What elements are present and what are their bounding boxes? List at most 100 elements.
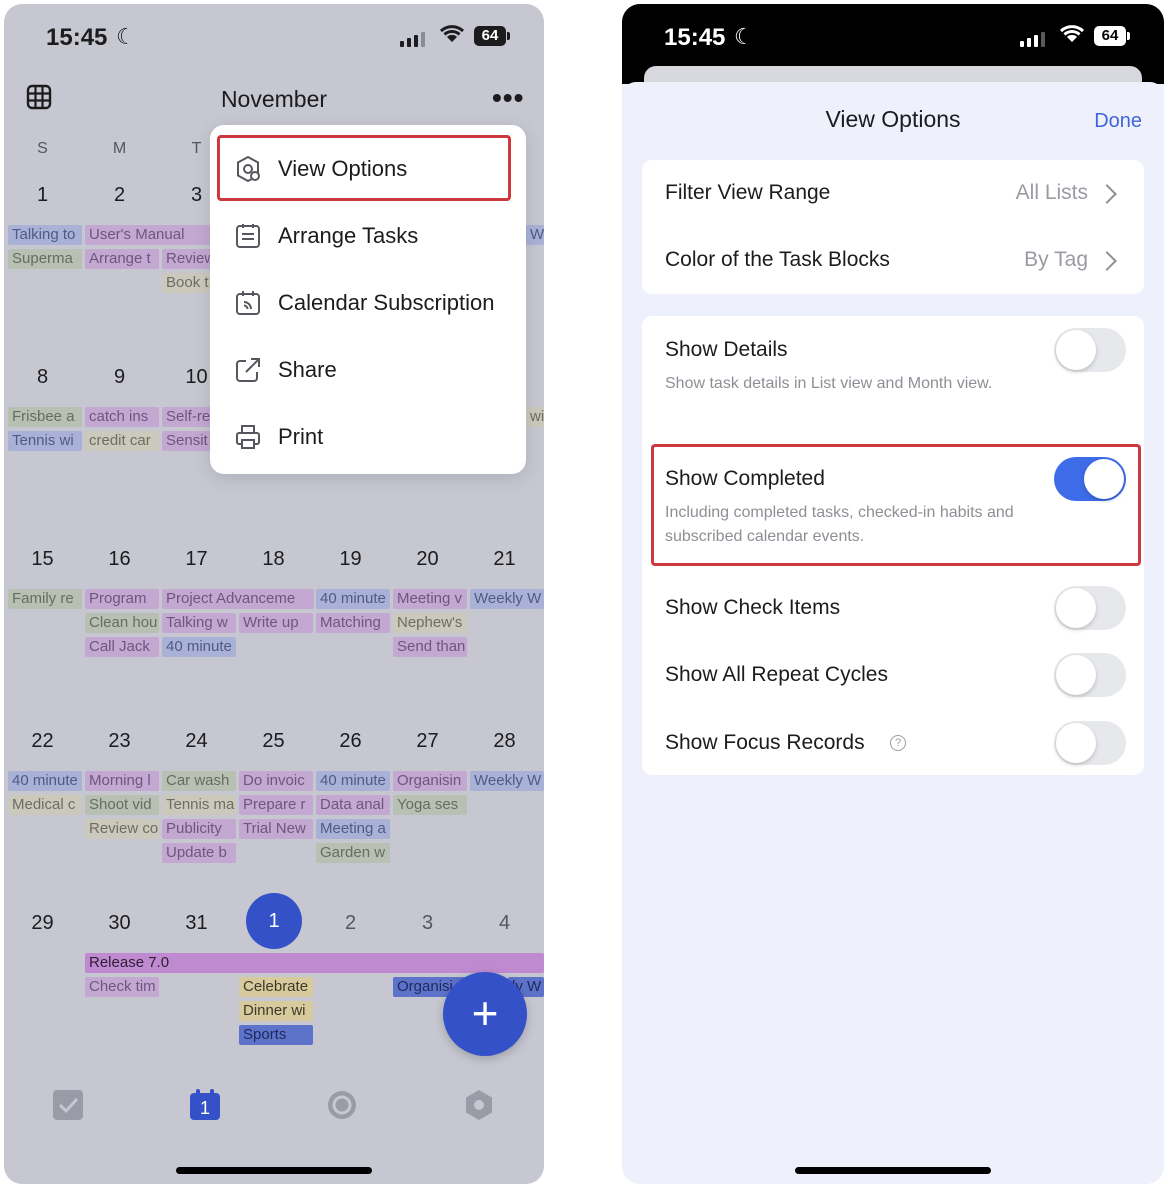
task-chip[interactable]: Update b	[162, 843, 236, 863]
task-chip[interactable]: Garden w	[316, 843, 390, 863]
day-number[interactable]: 19	[312, 548, 389, 571]
task-chip[interactable]: Do invoic	[239, 771, 313, 791]
calendar-subscription-icon	[236, 291, 260, 315]
task-chip[interactable]: W	[526, 225, 544, 245]
day-number[interactable]: 29	[4, 912, 81, 935]
task-chip[interactable]: Project Advanceme	[162, 589, 314, 609]
task-chip[interactable]: wi	[526, 407, 544, 427]
moon-icon: ☾	[734, 24, 754, 49]
filter-view-range-row[interactable]: Filter View Range All Lists	[642, 160, 1144, 227]
menu-item-calendar-subscription[interactable]: Calendar Subscription	[210, 272, 526, 332]
task-chip[interactable]: Yoga ses	[393, 795, 467, 815]
add-task-button[interactable]: +	[443, 972, 527, 1056]
day-number[interactable]: 25	[235, 730, 312, 753]
sheet-title: View Options	[825, 106, 961, 132]
task-chip[interactable]: Write up	[239, 613, 313, 633]
tasks-tab-icon[interactable]	[51, 1088, 85, 1122]
day-number[interactable]: 27	[389, 730, 466, 753]
day-number[interactable]: 20	[389, 548, 466, 571]
task-chip[interactable]: Medical c	[8, 795, 82, 815]
day-number[interactable]: 30	[81, 912, 158, 935]
task-chip[interactable]: Sports	[239, 1025, 313, 1045]
task-chip[interactable]: Meeting a	[316, 819, 390, 839]
task-chip[interactable]: Clean hou	[85, 613, 159, 633]
calendar-tab-icon[interactable]: 1	[188, 1088, 222, 1122]
task-chip[interactable]: Call Jack	[85, 637, 159, 657]
show-repeat-cycles-toggle[interactable]	[1054, 653, 1126, 697]
task-chip[interactable]: Program	[85, 589, 159, 609]
day-number[interactable]: 26	[312, 730, 389, 753]
task-chip[interactable]: Check tim	[85, 977, 159, 997]
day-number[interactable]: 15	[4, 548, 81, 571]
task-chip[interactable]: Shoot vid	[85, 795, 159, 815]
day-number[interactable]: 24	[158, 730, 235, 753]
task-chip[interactable]: Celebrate	[239, 977, 313, 997]
task-chip[interactable]: Dinner wi	[239, 1001, 313, 1021]
task-chip[interactable]: Data anal	[316, 795, 390, 815]
task-chip[interactable]: 40 minute	[8, 771, 82, 791]
task-chip[interactable]: Book t	[162, 273, 214, 293]
task-chip[interactable]: Review	[162, 249, 214, 269]
done-button[interactable]: Done	[1094, 110, 1142, 133]
task-chip[interactable]: Talking w	[162, 613, 236, 633]
menu-item-arrange-tasks[interactable]: Arrange Tasks	[210, 205, 526, 265]
task-chip[interactable]: Nephew's	[393, 613, 467, 633]
more-icon[interactable]: •••	[492, 82, 524, 114]
moon-icon: ☾	[116, 24, 136, 49]
task-chip[interactable]: Family re	[8, 589, 82, 609]
menu-item-print[interactable]: Print	[210, 406, 526, 466]
day-number[interactable]: 9	[81, 366, 158, 389]
day-number[interactable]: 21	[466, 548, 543, 571]
toggle-description: Show task details in List view and Month…	[665, 375, 993, 392]
day-number[interactable]: 22	[4, 730, 81, 753]
task-chip[interactable]: Tennis ma	[162, 795, 236, 815]
task-chip[interactable]: Meeting v	[393, 589, 467, 609]
task-chip[interactable]: credit car	[85, 431, 159, 451]
task-chip[interactable]: Weekly W	[470, 589, 544, 609]
task-chip[interactable]: 40 minute	[316, 771, 390, 791]
day-number[interactable]: 2	[312, 912, 389, 935]
task-chip[interactable]: Sensit	[162, 431, 214, 451]
day-number[interactable]: 4	[466, 912, 543, 935]
task-chip[interactable]: Publicity	[162, 819, 236, 839]
day-number[interactable]: 17	[158, 548, 235, 571]
day-number[interactable]: 23	[81, 730, 158, 753]
help-icon[interactable]: ?	[890, 735, 906, 751]
task-chip[interactable]: Weekly W	[470, 771, 544, 791]
task-chip[interactable]: catch ins	[85, 407, 159, 427]
day-number[interactable]: 2	[81, 184, 158, 207]
task-chip[interactable]: 40 minute	[316, 589, 390, 609]
day-number[interactable]: 1	[4, 184, 81, 207]
task-chip[interactable]: Talking to	[8, 225, 82, 245]
task-chip[interactable]: Car wash	[162, 771, 236, 791]
day-number[interactable]: 3	[389, 912, 466, 935]
day-number[interactable]: 31	[158, 912, 235, 935]
task-chip[interactable]: Self-re	[162, 407, 214, 427]
task-chip[interactable]: Superma	[8, 249, 82, 269]
focus-tab-icon[interactable]	[325, 1088, 359, 1122]
task-chip[interactable]: User's Manual	[85, 225, 213, 245]
task-chip[interactable]: Send than	[393, 637, 467, 657]
task-chip[interactable]: Organisin	[393, 771, 467, 791]
show-check-items-toggle[interactable]	[1054, 586, 1126, 630]
task-chip[interactable]: Frisbee a	[8, 407, 82, 427]
day-number[interactable]: 8	[4, 366, 81, 389]
show-details-toggle[interactable]	[1054, 328, 1126, 372]
menu-item-share[interactable]: Share	[210, 339, 526, 399]
task-chip[interactable]: Arrange t	[85, 249, 159, 269]
day-number[interactable]: 18	[235, 548, 312, 571]
task-chip[interactable]: Prepare r	[239, 795, 313, 815]
task-chip[interactable]: Review co	[85, 819, 159, 839]
today-marker[interactable]: 1	[246, 893, 302, 949]
task-chip[interactable]: 40 minute	[162, 637, 236, 657]
task-chip[interactable]: Matching	[316, 613, 390, 633]
task-chip[interactable]: Release 7.0	[85, 953, 544, 973]
task-block-color-row[interactable]: Color of the Task Blocks By Tag	[642, 227, 1144, 294]
show-focus-records-toggle[interactable]	[1054, 721, 1126, 765]
day-number[interactable]: 28	[466, 730, 543, 753]
settings-tab-icon[interactable]	[462, 1088, 496, 1122]
day-number[interactable]: 16	[81, 548, 158, 571]
task-chip[interactable]: Morning l	[85, 771, 159, 791]
task-chip[interactable]: Trial New	[239, 819, 313, 839]
task-chip[interactable]: Tennis wi	[8, 431, 82, 451]
